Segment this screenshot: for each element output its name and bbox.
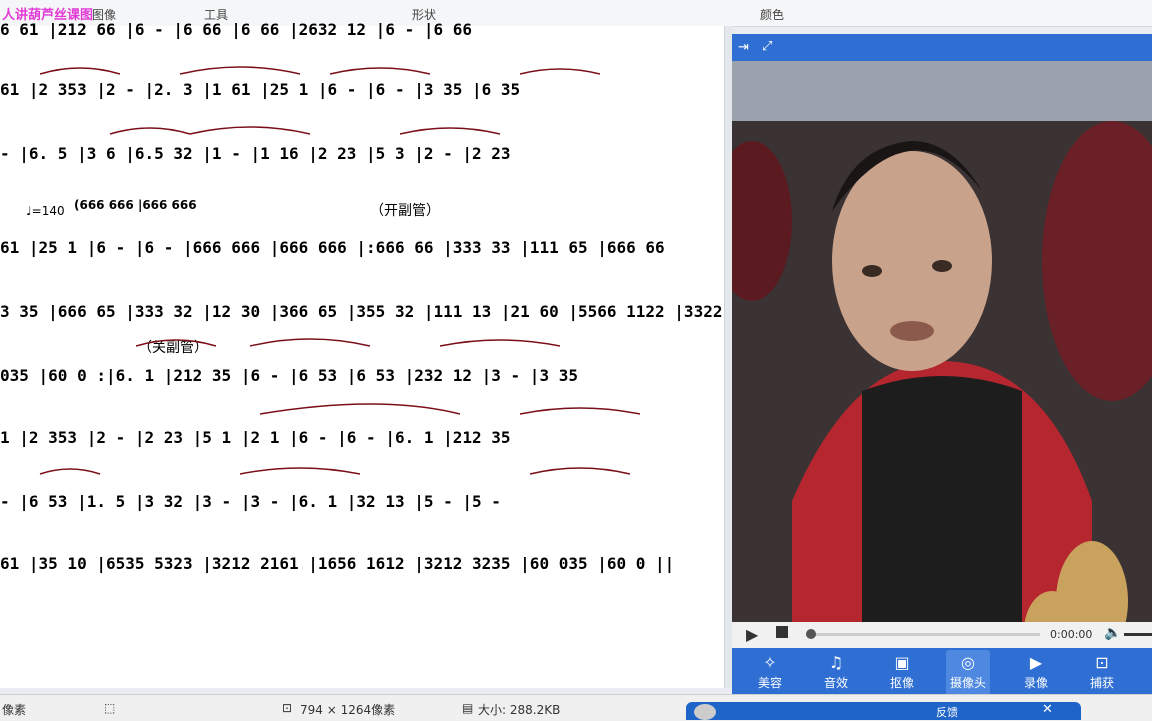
camera-titlebar: ⇥ ⤢ (732, 34, 1152, 61)
tab-colors[interactable]: 颜色 (760, 6, 784, 23)
tool-webcam[interactable]: ◎ 摄像头 (946, 650, 990, 698)
play-icon[interactable]: ▶ (746, 625, 758, 644)
camera-panel: ⇥ ⤢ ▶ 0:00:00 🔈 ✧ 美容 ♫ 音效 ▣ 抠像 ◎ 摄像头 ▶ 录… (732, 34, 1152, 700)
portrait-cutout-icon: ▣ (894, 653, 910, 672)
status-pixel: 像素 (2, 703, 27, 717)
disk-icon: ▤ (462, 701, 474, 715)
beauty-icon: ✧ (763, 653, 777, 672)
tool-audio[interactable]: ♫ 音效 (814, 650, 858, 698)
camera-toolbar: ✧ 美容 ♫ 音效 ▣ 抠像 ◎ 摄像头 ▶ 录像 ⊡ 捕获 (732, 648, 1152, 700)
volume-icon[interactable]: 🔈 (1104, 625, 1121, 641)
tool-label: 音效 (823, 676, 848, 690)
close-icon[interactable]: ✕ (1042, 702, 1053, 717)
image-size-icon: ⊡ (282, 701, 293, 715)
tool-label: 美容 (757, 676, 782, 690)
tool-capture[interactable]: ⊡ 捕获 (1080, 650, 1124, 698)
webcam-image (732, 61, 1152, 655)
annotation-marks (39, 66, 641, 475)
pin-icon[interactable]: ⇥ (738, 40, 749, 55)
stop-icon[interactable] (776, 626, 788, 638)
tool-beauty[interactable]: ✧ 美容 (748, 650, 792, 698)
playback-thumb[interactable] (806, 629, 816, 639)
status-dimensions: 794 × 1264像素 (300, 703, 396, 717)
tool-label: 录像 (1023, 676, 1048, 690)
webcam-feed (732, 61, 1152, 655)
tool-cutout[interactable]: ▣ 抠像 (880, 650, 924, 698)
playback-bar: ▶ 0:00:00 🔈 (732, 622, 1152, 648)
capture-icon: ⊡ (1095, 653, 1109, 672)
status-filesize: 大小: 288.2KB (478, 703, 561, 717)
feedback-label: 反馈 (936, 706, 958, 719)
tool-label: 抠像 (889, 676, 914, 690)
tool-label: 摄像头 (949, 676, 986, 690)
tool-label: 捕获 (1089, 676, 1114, 690)
volume-slider[interactable] (1124, 633, 1152, 636)
avatar (694, 704, 716, 720)
playback-time: 0:00:00 (1050, 628, 1093, 641)
video-record-icon: ▶ (1029, 653, 1043, 672)
fullscreen-icon[interactable]: ⤢ (762, 39, 772, 54)
score-canvas[interactable]: 6 61 |212 66 |6 - |6 66 |6 66 |2632 12 |… (0, 20, 771, 688)
feedback-popup[interactable]: 反馈 ✕ (686, 702, 1081, 720)
music-note-icon: ♫ (828, 653, 844, 672)
tool-record[interactable]: ▶ 录像 (1014, 650, 1058, 698)
selection-icon: ⬚ (104, 701, 116, 715)
playback-track[interactable] (806, 629, 1040, 639)
webcam-icon: ◎ (961, 653, 975, 672)
